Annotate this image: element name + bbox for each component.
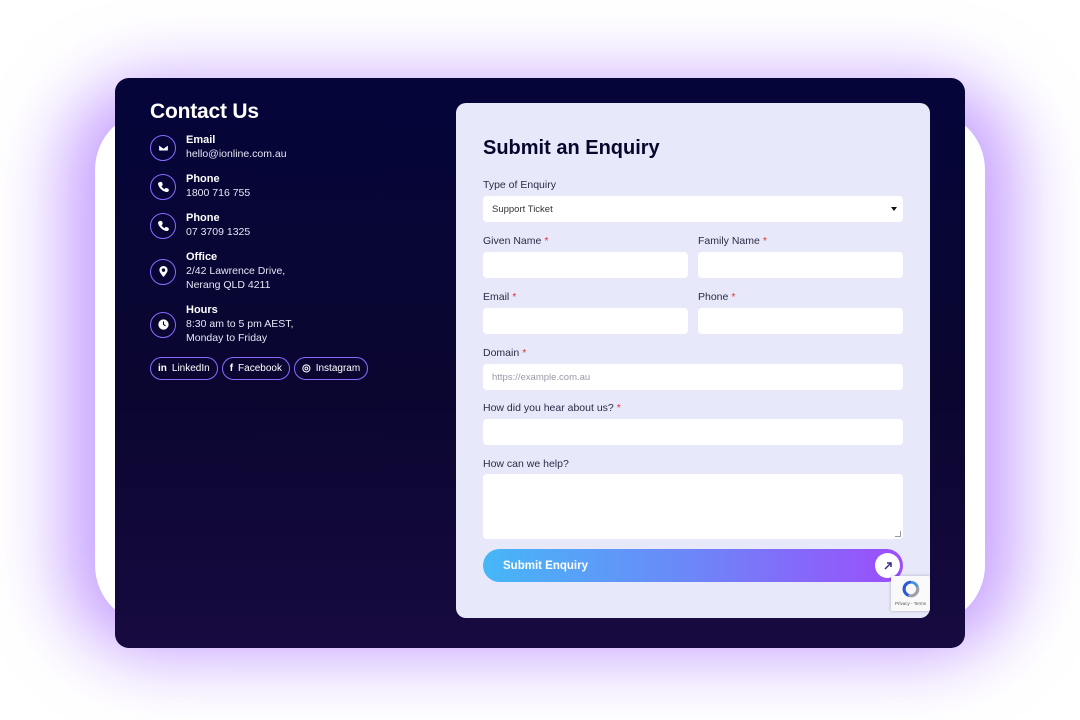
contact-item-phone-2: Phone 07 3709 1325: [150, 212, 430, 239]
contact-title: Contact Us: [150, 100, 259, 123]
contact-phone-value[interactable]: 1800 716 755: [186, 186, 250, 200]
linkedin-icon: in: [158, 363, 167, 374]
enquiry-type-label: Type of Enquiry: [483, 179, 556, 191]
facebook-icon: f: [229, 363, 234, 374]
contact-item-hours: Hours 8:30 am to 5 pm AEST, Monday to Fr…: [150, 304, 430, 345]
phone-label: Phone *: [698, 291, 735, 303]
given-name-label: Given Name *: [483, 235, 548, 247]
given-name-input[interactable]: [483, 252, 688, 278]
contact-phone-value[interactable]: 07 3709 1325: [186, 225, 250, 239]
contact-office-line: Nerang QLD 4211: [186, 279, 271, 291]
arrow-up-right-icon: [875, 553, 900, 578]
submit-label: Submit Enquiry: [503, 559, 588, 572]
phone-icon: [150, 173, 176, 200]
chevron-down-icon: [891, 207, 897, 211]
contact-hours-line: 8:30 am to 5 pm AEST,: [186, 318, 294, 330]
hear-about-input[interactable]: [483, 419, 903, 445]
domain-input[interactable]: https://example.com.au: [483, 364, 903, 390]
instagram-icon: ◎: [301, 363, 311, 374]
form-title: Submit an Enquiry: [483, 137, 660, 159]
contact-label: Office: [186, 251, 218, 263]
contact-hours-line: Monday to Friday: [186, 332, 268, 344]
hear-about-label: How did you hear about us? *: [483, 402, 621, 414]
social-links: in LinkedIn f Facebook ◎ Instagram: [150, 357, 430, 380]
family-name-label: Family Name *: [698, 235, 767, 247]
hear-about-label-text: How did you hear about us?: [483, 402, 614, 414]
clock-icon: [150, 311, 176, 338]
envelope-icon: [150, 134, 176, 161]
required-mark: *: [544, 235, 549, 247]
contact-item-phone-1: Phone 1800 716 755: [150, 173, 430, 200]
contact-item-office: Office 2/42 Lawrence Drive, Nerang QLD 4…: [150, 251, 430, 292]
recaptcha-badge[interactable]: Privacy - Terms: [891, 576, 930, 611]
enquiry-type-select[interactable]: Support Ticket: [483, 196, 903, 222]
recaptcha-links[interactable]: Privacy - Terms: [895, 601, 926, 606]
social-label: LinkedIn: [171, 363, 210, 374]
contact-label: Email: [186, 134, 216, 146]
help-textarea[interactable]: [483, 474, 903, 539]
phone-icon: [150, 212, 176, 239]
recaptcha-icon: [901, 580, 919, 598]
contact-label: Phone: [186, 212, 220, 224]
linkedin-button[interactable]: in LinkedIn: [150, 357, 218, 380]
email-label-text: Email: [483, 291, 510, 303]
resize-handle[interactable]: [895, 531, 901, 537]
family-name-label-text: Family Name: [698, 235, 760, 247]
help-label: How can we help?: [483, 458, 569, 470]
contact-office-line: 2/42 Lawrence Drive,: [186, 265, 286, 277]
instagram-button[interactable]: ◎ Instagram: [293, 357, 369, 380]
social-label: Instagram: [315, 363, 361, 374]
contact-label: Hours: [186, 304, 218, 316]
contact-label: Phone: [186, 173, 220, 185]
enquiry-type-value: Support Ticket: [492, 203, 553, 215]
domain-label: Domain *: [483, 347, 526, 359]
required-mark: *: [512, 291, 517, 303]
facebook-button[interactable]: f Facebook: [221, 357, 290, 380]
contact-card: Contact Us Email hello@ionline.com.au Ph…: [115, 78, 965, 648]
required-mark: *: [731, 291, 736, 303]
contact-item-email: Email hello@ionline.com.au: [150, 134, 430, 161]
phone-input[interactable]: [698, 308, 903, 334]
email-input[interactable]: [483, 308, 688, 334]
required-mark: *: [762, 235, 767, 247]
domain-placeholder: https://example.com.au: [492, 371, 591, 383]
family-name-input[interactable]: [698, 252, 903, 278]
submit-button[interactable]: Submit Enquiry: [483, 549, 903, 582]
phone-label-text: Phone: [698, 291, 729, 303]
given-name-label-text: Given Name: [483, 235, 542, 247]
contact-email-value[interactable]: hello@ionline.com.au: [186, 147, 287, 161]
domain-label-text: Domain: [483, 347, 520, 359]
required-mark: *: [522, 347, 527, 359]
social-label: Facebook: [238, 363, 282, 374]
enquiry-form: Submit an Enquiry Type of Enquiry Suppor…: [456, 103, 930, 618]
email-label: Email *: [483, 291, 516, 303]
contact-section: Contact Us Email hello@ionline.com.au Ph…: [150, 100, 430, 380]
map-pin-icon: [150, 258, 176, 285]
required-mark: *: [616, 402, 621, 414]
